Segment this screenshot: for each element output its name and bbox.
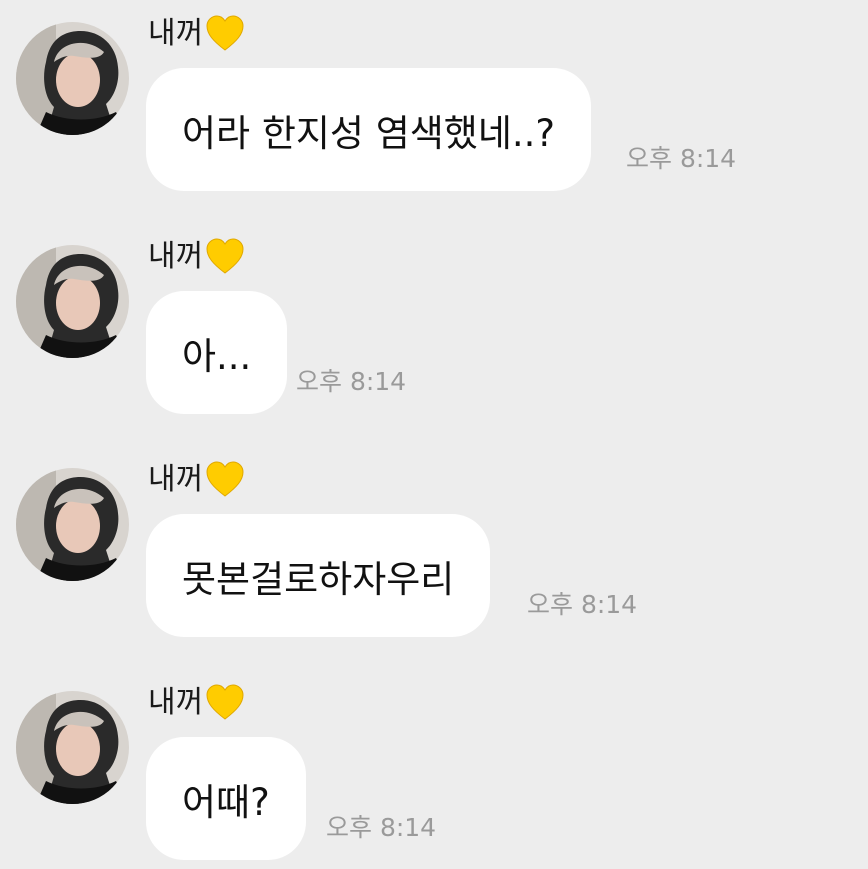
- yellow-heart-icon: [205, 14, 245, 54]
- chat-message: 내꺼 아... 오후 8:14: [0, 223, 868, 446]
- chat-message: 내꺼 못본걸로하자우리 오후 8:14: [0, 446, 868, 669]
- chat-message-list: 내꺼 어라 한지성 염색했네..? 오후 8:14 내꺼 아... 오후 8:1…: [0, 0, 868, 869]
- avatar[interactable]: [16, 22, 129, 135]
- message-time: 오후 8:14: [626, 144, 737, 173]
- message-time: 오후 8:14: [527, 590, 638, 619]
- message-text: 어때?: [182, 780, 270, 824]
- sender-name: 내꺼: [148, 239, 204, 274]
- message-text: 못본걸로하자우리: [182, 557, 455, 601]
- chat-message: 내꺼 어때? 오후 8:14: [0, 669, 868, 869]
- message-time: 오후 8:14: [326, 813, 437, 842]
- sender-label: 내꺼: [148, 10, 245, 58]
- message-text: 어라 한지성 염색했네..?: [182, 111, 556, 155]
- chat-message: 내꺼 어라 한지성 염색했네..? 오후 8:14: [0, 0, 868, 223]
- avatar[interactable]: [16, 468, 129, 581]
- message-text: 아...: [182, 334, 252, 378]
- message-bubble[interactable]: 아...: [146, 291, 288, 414]
- sender-name: 내꺼: [148, 685, 204, 720]
- sender-label: 내꺼: [148, 456, 245, 504]
- message-time: 오후 8:14: [296, 367, 407, 396]
- message-bubble[interactable]: 어라 한지성 염색했네..?: [146, 68, 592, 191]
- sender-label: 내꺼: [148, 679, 245, 727]
- message-bubble[interactable]: 못본걸로하자우리: [146, 514, 491, 637]
- sender-name: 내꺼: [148, 462, 204, 497]
- yellow-heart-icon: [205, 683, 245, 723]
- message-bubble[interactable]: 어때?: [146, 737, 306, 860]
- avatar[interactable]: [16, 691, 129, 804]
- sender-label: 내꺼: [148, 233, 245, 281]
- yellow-heart-icon: [205, 237, 245, 277]
- avatar[interactable]: [16, 245, 129, 358]
- yellow-heart-icon: [205, 460, 245, 500]
- sender-name: 내꺼: [148, 16, 204, 51]
